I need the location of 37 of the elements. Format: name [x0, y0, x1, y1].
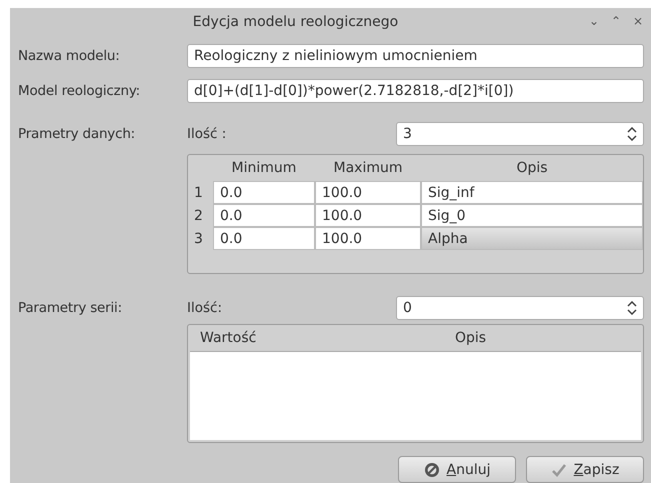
window-control[interactable]: ⌃	[609, 14, 623, 28]
table-cell[interactable]: Sig_inf	[421, 181, 643, 204]
column-header[interactable]: Minimum	[213, 160, 315, 176]
count-spinbox[interactable]: 0	[396, 296, 644, 320]
field-label: Nazwa modelu:	[18, 48, 121, 64]
count-spinbox[interactable]: 3	[396, 122, 644, 146]
table-cell[interactable]: Sig_0	[421, 204, 643, 227]
column-header[interactable]: Maximum	[315, 160, 421, 176]
section-label: Prametry danych:	[18, 126, 136, 142]
window-control[interactable]: ×	[631, 14, 645, 28]
spin-arrows-icon	[627, 301, 637, 315]
row-number[interactable]: 3	[188, 227, 213, 250]
column-header[interactable]: Opis	[421, 160, 643, 176]
input-field[interactable]: d[0]+(d[1]-d[0])*power(2.7182818,-d[2]*i[0])	[187, 79, 644, 103]
table-cell[interactable]: 0.0	[213, 227, 315, 250]
table-cell[interactable]: 100.0	[315, 181, 421, 204]
checkmark-icon	[550, 462, 567, 476]
window-control[interactable]: ⌄	[587, 14, 601, 28]
field-label: Model reologiczny:	[18, 83, 141, 99]
spin-arrows-icon	[627, 127, 637, 141]
count-label: Ilość :	[187, 126, 228, 142]
table-cell[interactable]: Alpha	[421, 227, 643, 250]
table-cell[interactable]: 0.0	[213, 181, 315, 204]
table-cell[interactable]: 100.0	[315, 227, 421, 250]
table-cell[interactable]: 100.0	[315, 204, 421, 227]
cancel-button[interactable]: Anuluj	[398, 456, 516, 483]
table-cell[interactable]: 0.0	[213, 204, 315, 227]
count-label: Ilość:	[187, 300, 223, 316]
row-number[interactable]: 2	[188, 204, 213, 227]
save-button[interactable]: Zapisz	[526, 456, 644, 483]
row-number[interactable]: 1	[188, 181, 213, 204]
cancel-icon	[424, 462, 440, 478]
input-field[interactable]: Reologiczny z nieliniowym umocnieniem	[187, 44, 644, 68]
column-header[interactable]: Wartość	[188, 330, 298, 346]
column-header[interactable]: Opis	[298, 330, 643, 346]
window-title: Edycja modelu reologicznego	[192, 14, 398, 30]
section-label: Parametry serii:	[18, 300, 123, 316]
